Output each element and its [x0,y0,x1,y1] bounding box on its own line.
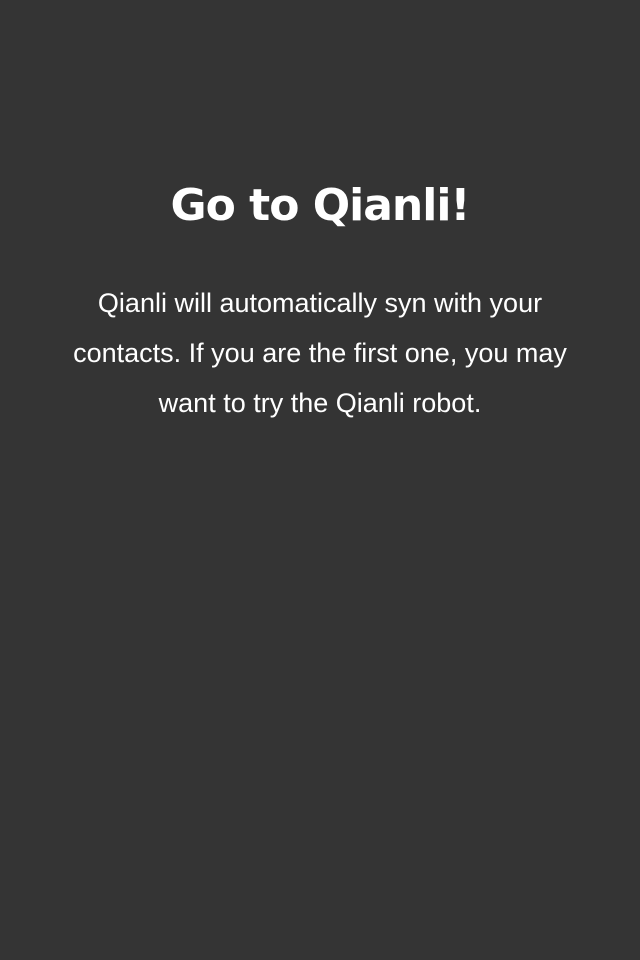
description-text: Qianli will automatically syn with your … [73,288,567,418]
welcome-content: Go to Qianli! Qianli will automatically … [0,178,640,428]
page-title: Go to Qianli! [170,180,471,231]
welcome-screen: Go to Qianli! Qianli will automatically … [0,0,640,960]
